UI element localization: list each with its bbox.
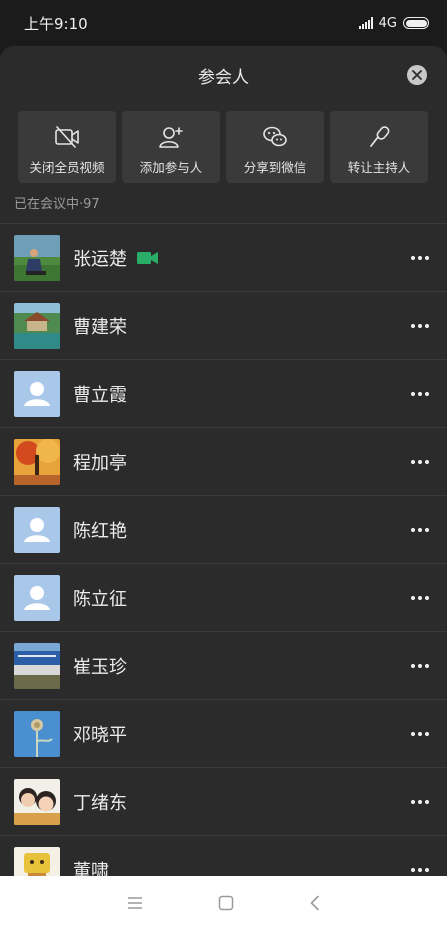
status-time: 上午9:10	[24, 14, 88, 33]
video-off-icon	[55, 126, 79, 148]
video-camera-icon	[137, 251, 159, 265]
more-options-icon[interactable]	[411, 663, 429, 668]
participant-row[interactable]: 陈立征	[0, 564, 447, 632]
default-avatar	[14, 574, 60, 621]
avatar	[14, 302, 60, 349]
participant-row[interactable]: 曹立霞	[0, 360, 447, 428]
home-square-icon[interactable]	[218, 895, 234, 911]
more-options-icon[interactable]	[411, 595, 429, 600]
participant-name: 曹建荣	[73, 316, 127, 338]
sheet-header: 参会人	[0, 46, 447, 104]
battery-icon	[403, 17, 429, 29]
more-options-icon[interactable]	[411, 867, 429, 872]
participant-name: 曹立霞	[73, 384, 127, 406]
participant-name: 程加亭	[73, 452, 127, 474]
avatar	[14, 438, 60, 485]
participant-row[interactable]: 董啸	[0, 836, 447, 876]
transfer-host-button[interactable]: 转让主持人	[330, 111, 428, 183]
avatar	[14, 778, 60, 825]
signal-icon	[358, 17, 373, 29]
participant-list: 张运楚 曹建荣 曹立霞 程加亭 陈红艳 陈立征 崔玉珍 邓晓平 丁绪东 董啸	[0, 223, 447, 876]
status-icons: 4G	[358, 15, 429, 31]
mute-all-video-button[interactable]: 关闭全员视频	[18, 111, 116, 183]
participants-sheet: 参会人 关闭全员视频 添加参与人 分享到微信 转让主持人 已在会议中·97 张运…	[0, 46, 447, 876]
wechat-icon	[263, 126, 287, 147]
avatar	[14, 234, 60, 281]
participant-name: 丁绪东	[73, 792, 127, 814]
share-to-wechat-button[interactable]: 分享到微信	[226, 111, 324, 183]
action-label: 关闭全员视频	[29, 160, 105, 175]
microphone-icon	[370, 126, 390, 147]
sheet-title: 参会人	[198, 67, 249, 88]
in-meeting-count: 已在会议中·97	[14, 197, 100, 212]
system-navigation-bar	[0, 876, 447, 929]
more-options-icon[interactable]	[411, 391, 429, 396]
action-bar: 关闭全员视频 添加参与人 分享到微信 转让主持人	[0, 104, 447, 183]
participant-row[interactable]: 崔玉珍	[0, 632, 447, 700]
participant-name: 张运楚	[73, 248, 127, 270]
more-options-icon[interactable]	[411, 731, 429, 736]
status-bar: 上午9:10 4G	[0, 0, 447, 46]
participant-name: 董啸	[73, 860, 109, 877]
more-options-icon[interactable]	[411, 799, 429, 804]
add-participant-button[interactable]: 添加参与人	[122, 111, 220, 183]
participant-name: 崔玉珍	[73, 656, 127, 678]
more-options-icon[interactable]	[411, 323, 429, 328]
more-options-icon[interactable]	[411, 255, 429, 260]
more-options-icon[interactable]	[411, 527, 429, 532]
back-chevron-icon[interactable]	[309, 895, 321, 911]
close-button[interactable]	[407, 65, 427, 85]
menu-icon[interactable]	[127, 896, 143, 910]
add-person-icon	[159, 127, 183, 148]
avatar	[14, 642, 60, 689]
default-avatar	[14, 370, 60, 417]
participant-row[interactable]: 曹建荣	[0, 292, 447, 360]
avatar	[14, 710, 60, 757]
participant-row[interactable]: 丁绪东	[0, 768, 447, 836]
participant-row[interactable]: 张运楚	[0, 224, 447, 292]
more-options-icon[interactable]	[411, 459, 429, 464]
default-avatar	[14, 506, 60, 553]
network-label: 4G	[378, 15, 397, 31]
action-label: 添加参与人	[139, 160, 203, 175]
participant-row[interactable]: 陈红艳	[0, 496, 447, 564]
action-label: 分享到微信	[243, 160, 307, 175]
participant-row[interactable]: 邓晓平	[0, 700, 447, 768]
participant-name: 陈立征	[73, 588, 127, 610]
close-icon	[412, 70, 422, 80]
avatar	[14, 846, 60, 876]
participant-name: 邓晓平	[73, 724, 127, 746]
participant-row[interactable]: 程加亭	[0, 428, 447, 496]
participant-name: 陈红艳	[73, 520, 127, 542]
action-label: 转让主持人	[347, 160, 411, 175]
